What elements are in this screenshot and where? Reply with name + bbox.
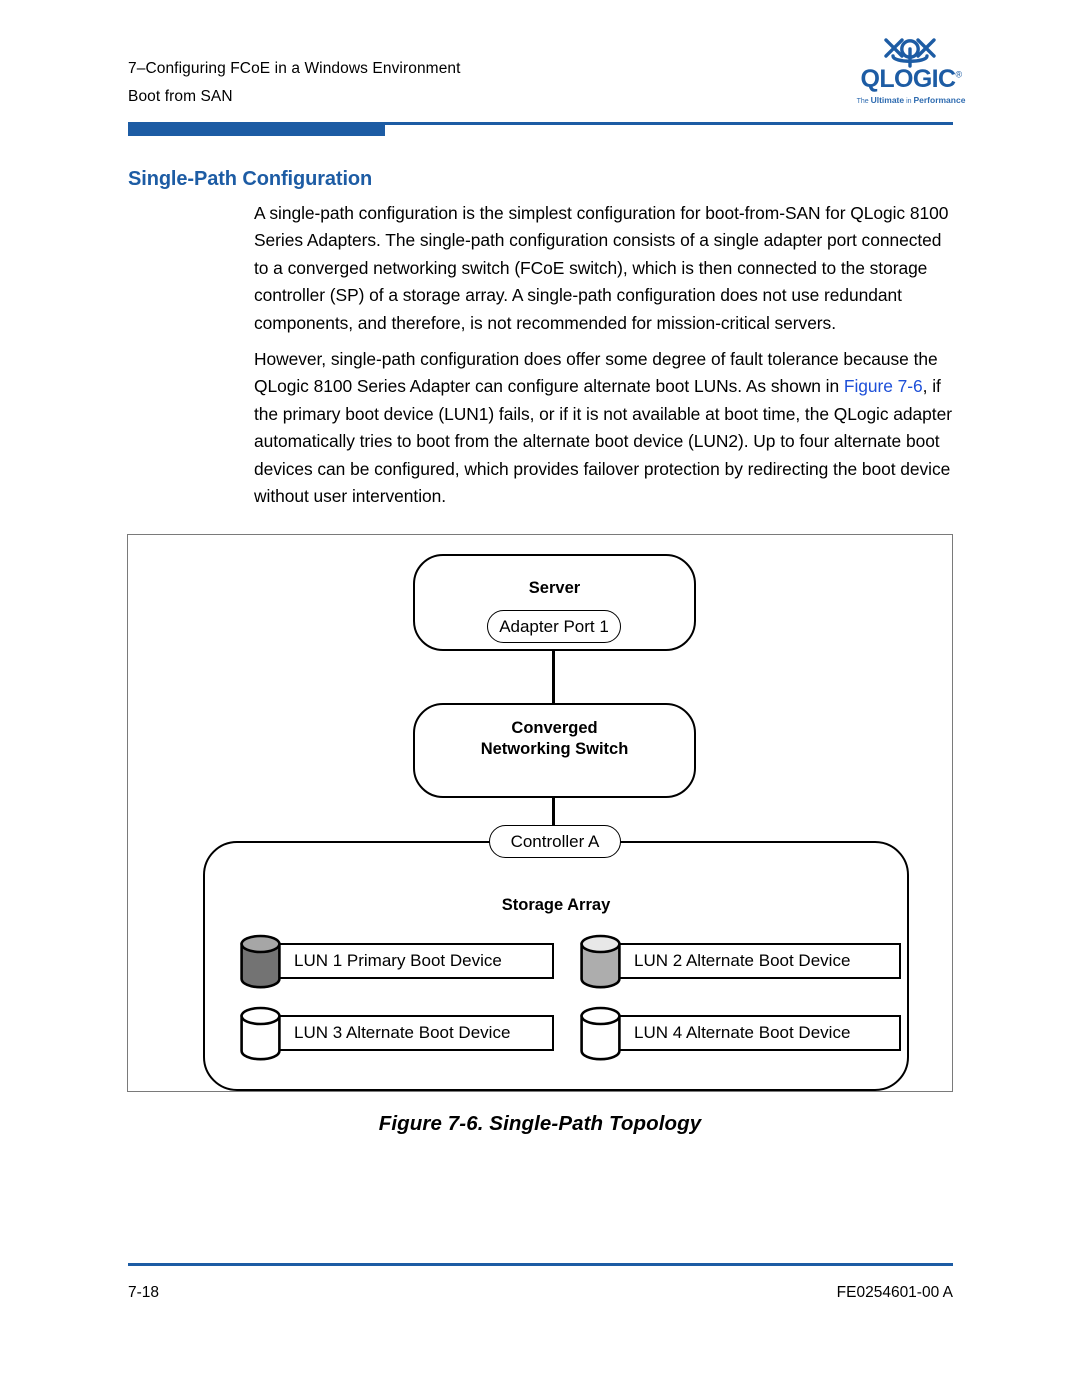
database-cylinder-icon [579,934,622,989]
connector-server-to-switch [552,651,555,703]
qlogic-logo: QLOGIC® The Ultimate in Performance [856,36,966,116]
body-paragraph-2: However, single-path configuration does … [254,346,954,510]
footer-page-number: 7-18 [128,1284,160,1301]
database-cylinder-icon [579,1006,622,1061]
qlogic-wordmark: QLOGIC® [856,67,966,92]
figure-frame: Server Adapter Port 1 Converged Networkin… [127,534,953,1092]
qlogic-wordmark-text: QLOGIC [860,65,956,93]
switch-label-line-2: Networking Switch [480,740,629,758]
lun-label-box: LUN 1 Primary Boot Device [266,943,554,979]
header-section-title: Boot from SAN [128,88,233,105]
database-cylinder-icon [239,1006,282,1061]
trademark-symbol: ® [955,69,962,80]
tagline-the: The [856,98,871,105]
lun-label-box: LUN 4 Alternate Boot Device [606,1015,901,1051]
converged-networking-switch-label: Converged Networking Switch [413,718,696,760]
figure-caption: Figure 7-6. Single-Path Topology [378,1112,702,1135]
header-chapter-title: 7–Configuring FCoE in a Windows Environm… [128,60,461,77]
server-label: Server [528,579,581,597]
page-title: Single-Path Configuration [128,168,373,190]
lun-label-box: LUN 3 Alternate Boot Device [266,1015,554,1051]
footer-rule [128,1263,953,1266]
figure-cross-reference-link[interactable]: Figure 7-6 [844,376,923,396]
header-rule-thick [128,122,385,136]
adapter-port-pill: Adapter Port 1 [487,610,621,643]
footer-document-number: FE0254601-00 A [836,1284,953,1301]
tagline-ultimate: Ultimate [870,95,905,105]
switch-label-line-1: Converged [511,719,598,737]
controller-a-pill: Controller A [489,825,621,858]
qlogic-logo-mark [882,36,938,68]
paragraph-2-part-a: However, single-path configuration does … [254,349,938,397]
tagline-performance: Performance [913,95,966,105]
lun-label-box: LUN 2 Alternate Boot Device [606,943,901,979]
qlogic-tagline: The Ultimate in Performance [856,96,966,105]
body-paragraph-1: A single-path configuration is the simpl… [254,203,949,333]
database-cylinder-icon [239,934,282,989]
storage-array-label: Storage Array [501,896,611,914]
